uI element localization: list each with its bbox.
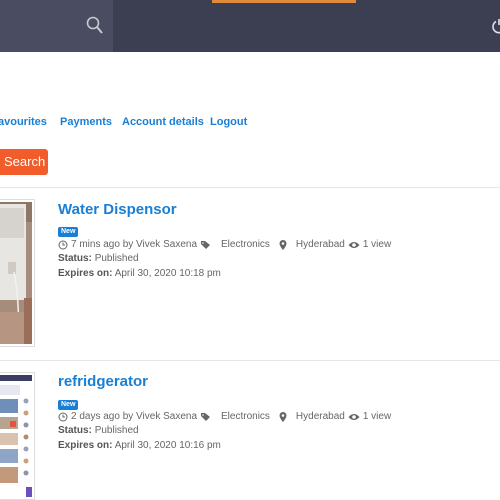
search-button[interactable]: Search xyxy=(0,149,48,175)
clock-icon xyxy=(58,412,68,421)
power-icon[interactable] xyxy=(491,18,500,34)
status-label: Status: xyxy=(58,253,92,264)
tags-icon xyxy=(201,240,211,249)
nav-payments[interactable]: Payments xyxy=(60,116,112,128)
tags-icon xyxy=(201,412,211,421)
listing-status: Status: Published xyxy=(58,253,139,264)
listing-thumbnail[interactable] xyxy=(0,199,35,347)
new-badge: New xyxy=(58,227,79,237)
listing-category[interactable]: Electronics xyxy=(221,239,270,250)
status-label: Status: xyxy=(58,425,92,436)
listing-expiry: Expires on: April 30, 2020 10:16 pm xyxy=(58,440,221,451)
eye-icon xyxy=(348,413,360,420)
listing-location: Hyderabad xyxy=(295,239,345,250)
listing-location: Hyderabad xyxy=(295,411,345,422)
nav-logout[interactable]: Logout xyxy=(210,116,247,128)
status-value: Published xyxy=(94,425,139,436)
listing-meta: 2 days ago by Vivek Saxena Electronics H… xyxy=(58,411,391,422)
location-icon xyxy=(279,239,287,250)
listing-time: 2 days ago by Vivek Saxena xyxy=(71,411,198,422)
divider xyxy=(472,187,500,204)
listing-status: Status: Published xyxy=(58,425,139,436)
nav-favourites[interactable]: avourites xyxy=(0,116,47,128)
water-dispenser-image xyxy=(0,202,32,345)
listing-expiry: Expires on: April 30, 2020 10:18 pm xyxy=(58,268,221,279)
listing-views: 1 view xyxy=(362,411,392,422)
listing-meta: 7 mins ago by Vivek Saxena Electronics H… xyxy=(58,239,391,250)
refrigerator-image xyxy=(0,375,32,497)
location-icon xyxy=(279,411,287,422)
expires-value: April 30, 2020 10:16 pm xyxy=(114,440,221,451)
divider xyxy=(0,187,500,188)
top-bar xyxy=(0,0,500,52)
clock-icon xyxy=(58,240,68,249)
expires-label: Expires on: xyxy=(58,268,113,279)
nav-account-details[interactable]: Account details xyxy=(122,116,204,128)
listing-title[interactable]: refridgerator xyxy=(58,373,148,390)
eye-icon xyxy=(348,241,360,248)
listing-title[interactable]: Water Dispensor xyxy=(58,201,177,218)
accent-strip xyxy=(212,0,356,3)
listing-views: 1 view xyxy=(362,239,392,250)
expires-value: April 30, 2020 10:18 pm xyxy=(114,268,221,279)
listing-time: 7 mins ago by Vivek Saxena xyxy=(71,239,198,250)
listing-thumbnail[interactable] xyxy=(0,372,35,500)
expires-label: Expires on: xyxy=(58,440,113,451)
status-value: Published xyxy=(94,253,139,264)
new-badge: New xyxy=(58,400,79,410)
divider xyxy=(0,360,500,361)
search-icon[interactable] xyxy=(86,16,104,36)
header-search-box[interactable] xyxy=(0,0,113,52)
listing-category[interactable]: Electronics xyxy=(221,411,270,422)
